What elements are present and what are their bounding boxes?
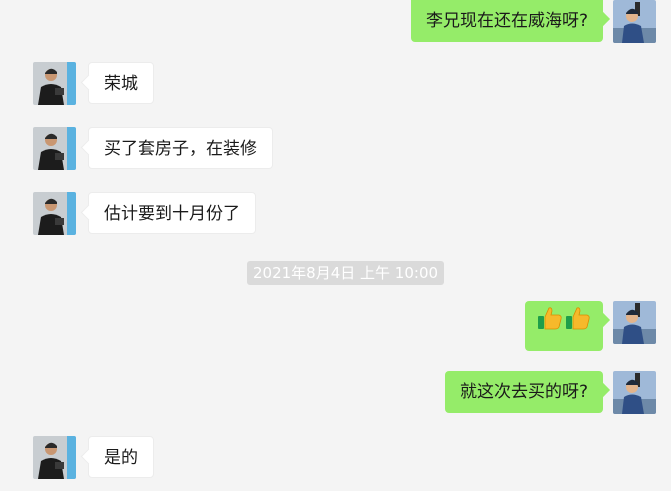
thumbs-up-icon <box>537 305 563 347</box>
message-text: 李兄现在还在威海呀? <box>425 11 588 31</box>
message-text: 就这次去买的呀? <box>459 382 588 402</box>
message-bubble-outgoing[interactable]: 李兄现在还在威海呀? <box>410 0 603 42</box>
thumbs-up-icon <box>565 305 591 347</box>
message-bubble-outgoing[interactable] <box>525 301 603 351</box>
contact-avatar[interactable] <box>33 62 76 105</box>
message-bubble-incoming[interactable]: 估计要到十月份了 <box>88 192 256 234</box>
emoji-group <box>537 301 591 351</box>
message-text: 荣城 <box>104 74 138 94</box>
message-bubble-outgoing[interactable]: 就这次去买的呀? <box>444 371 603 413</box>
message-text: 是的 <box>104 448 138 468</box>
message-text: 买了套房子，在装修 <box>104 139 257 159</box>
contact-avatar[interactable] <box>33 192 76 235</box>
message-bubble-incoming[interactable]: 是的 <box>88 436 154 478</box>
message-bubble-incoming[interactable]: 荣城 <box>88 62 154 104</box>
message-bubble-incoming[interactable]: 买了套房子，在装修 <box>88 127 273 169</box>
message-text: 估计要到十月份了 <box>104 204 240 224</box>
my-avatar[interactable] <box>613 0 656 43</box>
contact-avatar[interactable] <box>33 436 76 479</box>
my-avatar[interactable] <box>613 301 656 344</box>
chat-timestamp: 2021年8月4日 上午 10:00 <box>247 261 445 285</box>
my-avatar[interactable] <box>613 371 656 414</box>
contact-avatar[interactable] <box>33 127 76 170</box>
